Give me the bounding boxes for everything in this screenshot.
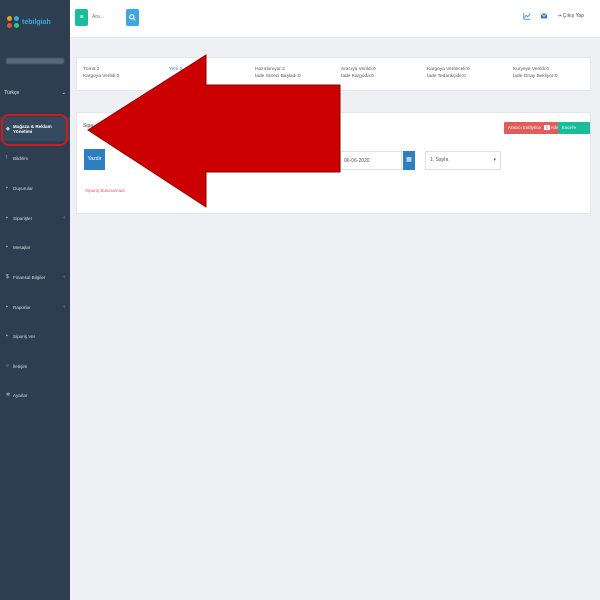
status-item[interactable]: Hazırlanıyor:2 İade Süreci Başladı:0 bbox=[255, 66, 301, 80]
orders-panel: Sipa... Aracıcı Entityrice 0 Adet Excel'… bbox=[76, 112, 591, 214]
language-selector[interactable]: Türkçe ⌄ bbox=[4, 90, 66, 96]
chevron-left-icon: ‹ bbox=[63, 215, 65, 221]
cart-icon: ▪ bbox=[6, 215, 8, 221]
sidebar-item-place-order[interactable]: ▪ Sipariş Ver bbox=[0, 324, 70, 348]
filter-button[interactable]: Aracıcı Entityrice 0 Adet bbox=[504, 122, 564, 134]
sidebar-item-label: Bildirim bbox=[13, 155, 29, 161]
status-primary: Yeni S... bbox=[169, 67, 187, 72]
excel-export-label: Excel'e Aktar bbox=[562, 125, 577, 142]
chevron-left-icon: ‹ bbox=[63, 274, 65, 280]
cart-icon: ▪ bbox=[6, 333, 8, 339]
sidebar-item-label: Ayarlar bbox=[13, 392, 28, 398]
panel-title: Sipa... bbox=[83, 123, 98, 129]
logout-icon: ⇥ bbox=[557, 13, 562, 19]
date-field[interactable] bbox=[340, 151, 402, 170]
report-icon: ▪ bbox=[6, 304, 8, 310]
status-primary: Hazırlanıyor:2 bbox=[255, 67, 285, 72]
page-select[interactable]: 1. Sayfa ▾ bbox=[425, 151, 501, 170]
status-item[interactable]: Kuryeye Verildi:0 İade Onay Bekliyor:0 bbox=[513, 66, 558, 80]
chevron-down-icon: ⌄ bbox=[61, 90, 66, 96]
calendar-button[interactable]: ▦ bbox=[403, 151, 415, 170]
status-secondary: İade Onay Bekliyor:0 bbox=[513, 74, 558, 79]
excel-export-button[interactable]: Excel'e Aktar bbox=[558, 122, 590, 142]
status-primary: Aracıya Verildi:0 bbox=[341, 67, 376, 72]
page-select-value: 1. Sayfa bbox=[430, 157, 449, 163]
status-primary: Kuryeye Verildi:0 bbox=[513, 67, 549, 72]
chart-icon[interactable] bbox=[523, 12, 531, 20]
search-input[interactable] bbox=[92, 11, 122, 23]
sidebar-item-label: Sipariş Ver bbox=[13, 333, 36, 339]
status-item[interactable]: Kargoya Verilecek:0 İade Tedarikçide:0 bbox=[427, 66, 470, 80]
logo-icon bbox=[7, 16, 19, 28]
status-secondary: İade Tedarikçide:0 bbox=[427, 74, 466, 79]
sidebar-item-notifications[interactable]: ! Bildirim bbox=[0, 146, 70, 170]
status-secondary: Kargoya Verildi:0 bbox=[83, 74, 120, 79]
sidebar-item-contact[interactable]: ○ İletişim bbox=[0, 354, 70, 378]
status-item[interactable]: Yeni S... bbox=[169, 66, 187, 73]
chevron-left-icon: ‹ bbox=[63, 304, 65, 310]
sidebar-item-label: Raporlar bbox=[13, 304, 31, 310]
search-icon bbox=[129, 13, 136, 21]
sidebar-item-announcements[interactable]: ▪ Duyurular bbox=[0, 176, 70, 200]
logout-button[interactable]: ⇥ Çıkış Yap bbox=[557, 13, 584, 19]
status-item[interactable]: Tümü:2 Kargoya Verildi:0 bbox=[83, 66, 119, 80]
logout-label: Çıkış Yap bbox=[562, 13, 584, 19]
hamburger-icon: ≡ bbox=[79, 14, 84, 21]
sidebar-item-label: Mesajlar bbox=[13, 244, 31, 250]
status-secondary: İade Süreci Başladı:0 bbox=[255, 74, 301, 79]
search-button[interactable] bbox=[126, 9, 139, 26]
sidebar-item-finance[interactable]: $ Finansal Bilgiler ‹ bbox=[0, 265, 70, 289]
topbar-actions: ⇥ Çıkış Yap bbox=[523, 12, 584, 20]
count-badge: 0 bbox=[544, 125, 550, 130]
sidebar-item-label: Finansal Bilgiler bbox=[13, 274, 46, 280]
bell-icon: ! bbox=[6, 155, 8, 161]
print-label: Yazdır bbox=[87, 156, 102, 162]
logo-text: tebilgiah bbox=[22, 18, 51, 26]
sidebar-item-settings[interactable]: ✲ Ayarlar bbox=[0, 383, 70, 407]
dollar-icon: $ bbox=[6, 274, 9, 280]
date-range-button[interactable] bbox=[318, 159, 330, 170]
status-secondary: İade Kargoda:0 bbox=[341, 74, 374, 79]
headset-icon: ○ bbox=[6, 363, 10, 369]
sidebar-item-label: Duyurular bbox=[13, 185, 33, 191]
topbar: ≡ ⇥ Çıkış Yap bbox=[70, 0, 600, 38]
sidebar-item-label: Siparişler bbox=[13, 215, 33, 221]
user-name bbox=[6, 58, 64, 64]
calendar-icon: ▦ bbox=[406, 157, 412, 163]
status-item[interactable]: Aracıya Verildi:0 İade Kargoda:0 bbox=[341, 66, 376, 80]
gear-icon: ✲ bbox=[6, 392, 11, 398]
highlight-ring bbox=[1, 114, 68, 146]
megaphone-icon: ▪ bbox=[6, 185, 8, 191]
empty-message: Sipariş Bulunamadı bbox=[85, 188, 125, 193]
mail-icon: ▪ bbox=[6, 244, 8, 250]
status-primary: Kargoya Verilecek:0 bbox=[427, 67, 470, 72]
chevron-down-icon: ▾ bbox=[493, 157, 496, 163]
menu-toggle-button[interactable]: ≡ bbox=[75, 9, 88, 26]
sidebar-item-label: İletişim bbox=[13, 363, 28, 369]
print-button[interactable]: Yazdır bbox=[84, 149, 105, 170]
sidebar-item-reports[interactable]: ▪ Raporlar ‹ bbox=[0, 295, 70, 319]
logo[interactable]: tebilgiah bbox=[7, 14, 51, 30]
sidebar-item-orders[interactable]: ▪ Siparişler ‹ bbox=[0, 206, 70, 230]
language-label: Türkçe bbox=[4, 90, 20, 96]
mail-icon[interactable] bbox=[540, 12, 548, 20]
filter-button-label: Aracıcı Entityrice bbox=[508, 125, 541, 130]
status-primary: Tümü:2 bbox=[83, 67, 100, 72]
sidebar: tebilgiah Türkçe ⌄ ◆ Mağaza & Reklam Yön… bbox=[0, 0, 70, 600]
sidebar-item-messages[interactable]: ▪ Mesajlar bbox=[0, 235, 70, 259]
order-status-summary: Tümü:2 Kargoya Verildi:0 Yeni S... Hazır… bbox=[76, 57, 591, 91]
